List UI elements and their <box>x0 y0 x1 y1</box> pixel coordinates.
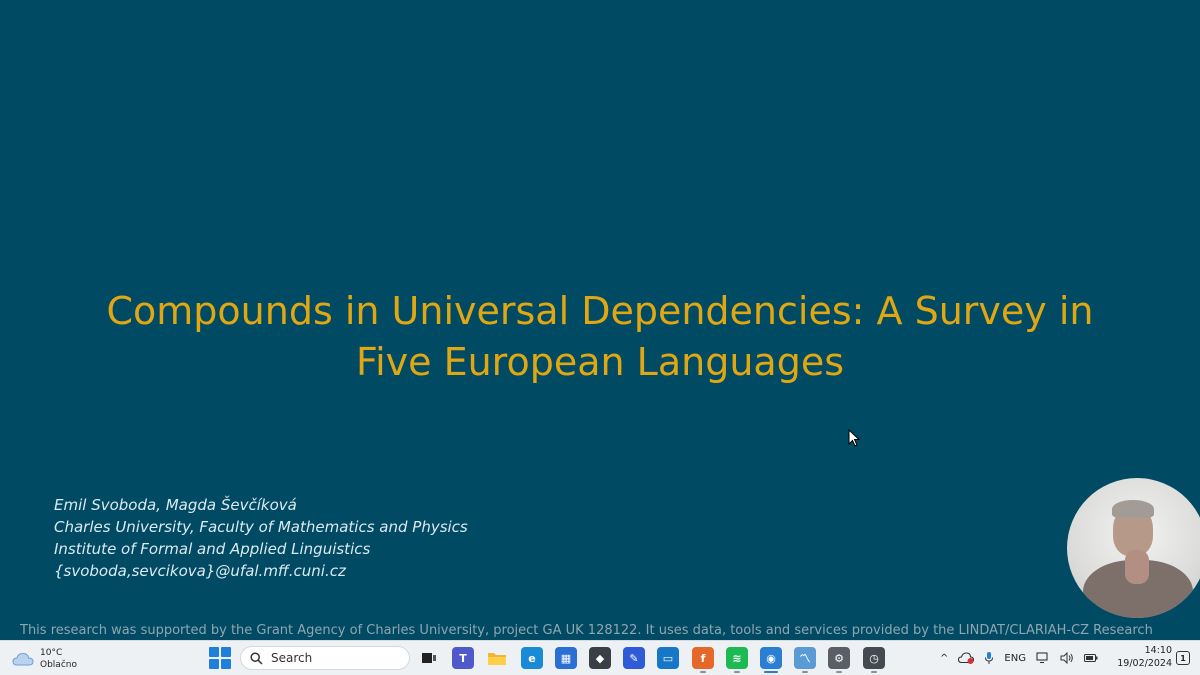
app-blue-circle-running-indicator <box>764 671 778 673</box>
system-tray: ^ ENG <box>940 647 1108 669</box>
volume-icon[interactable] <box>1060 652 1074 664</box>
windows-logo-tile <box>221 647 231 657</box>
funding-footnote: This research was supported by the Grant… <box>20 623 1153 638</box>
presentation-slide: Compounds in Universal Dependencies: A S… <box>0 0 1200 640</box>
taskbar-search-box[interactable]: Search <box>240 646 410 670</box>
clock-app-app-icon[interactable]: ◷ <box>863 647 885 669</box>
app-chart-running-indicator <box>802 671 808 673</box>
show-hidden-icons-chevron-icon[interactable]: ^ <box>940 653 948 664</box>
app-chart-app-icon[interactable]: 〽 <box>794 647 816 669</box>
task-view-app-icon[interactable] <box>418 647 440 669</box>
author-affiliation: Charles University, Faculty of Mathemati… <box>54 518 468 536</box>
clock-app-running-indicator <box>871 671 877 673</box>
notification-center-icon[interactable]: 1 <box>1176 651 1190 665</box>
author-block: Emil Svoboda, Magda Ševčíková Charles Un… <box>54 494 468 582</box>
weather-condition: Oblačno <box>40 660 77 670</box>
spotify-app-icon[interactable]: ≋ <box>726 647 748 669</box>
windows-logo-tile <box>221 659 231 669</box>
weather-widget[interactable]: 10°C Oblačno <box>12 645 112 673</box>
clock-date: 19/02/2024 <box>1117 658 1172 669</box>
app-blue-monitor-app-icon[interactable]: ▭ <box>657 647 679 669</box>
author-names: Emil Svoboda, Magda Ševčíková <box>54 496 297 514</box>
spotify-running-indicator <box>734 671 740 673</box>
taskbar: 10°C Oblačno Search Te ▦ ◆ ✎ ▭ f ≋ ◉ 〽 ⚙ ◷ ^ ENG <box>0 640 1200 675</box>
weather-temperature: 10°C <box>40 648 63 658</box>
search-icon <box>250 651 263 665</box>
network-icon[interactable] <box>1036 652 1050 664</box>
windows-logo-tile <box>209 647 219 657</box>
battery-icon[interactable] <box>1083 653 1098 663</box>
app-dark-cube-app-icon[interactable]: ◆ <box>589 647 611 669</box>
webcam-person-hair <box>1112 500 1154 518</box>
slide-title-line-2: Five European Languages <box>355 340 844 384</box>
start-button[interactable] <box>209 647 231 669</box>
firefox-running-indicator <box>700 671 706 673</box>
author-email: {svoboda,sevcikova}@ufal.mff.cuni.cz <box>54 562 346 580</box>
microphone-icon[interactable] <box>984 651 994 665</box>
cloud-icon <box>12 652 34 666</box>
slide-title: Compounds in Universal Dependencies: A S… <box>30 286 1170 388</box>
clock-time: 14:10 <box>1144 645 1172 656</box>
author-institute: Institute of Formal and Applied Linguist… <box>54 540 371 558</box>
slide-title-line-1: Compounds in Universal Dependencies: A S… <box>106 289 1094 333</box>
edge-app-icon[interactable]: e <box>521 647 543 669</box>
windows-logo-tile <box>209 659 219 669</box>
input-language-indicator[interactable]: ENG <box>1004 653 1026 664</box>
webcam-overlay <box>1067 478 1200 618</box>
teams-app-icon[interactable]: T <box>452 647 474 669</box>
app-blue-pen-app-icon[interactable]: ✎ <box>623 647 645 669</box>
onedrive-cloud-icon[interactable] <box>958 652 975 664</box>
search-label: Search <box>271 651 313 665</box>
firefox-app-icon[interactable]: f <box>692 647 714 669</box>
microsoft-store-app-icon[interactable]: ▦ <box>555 647 577 669</box>
settings-app-icon[interactable]: ⚙ <box>828 647 850 669</box>
settings-running-indicator <box>836 671 842 673</box>
taskbar-clock[interactable]: 14:10 19/02/2024 <box>1110 644 1172 670</box>
mouse-cursor-icon <box>848 429 860 447</box>
app-blue-circle-app-icon[interactable]: ◉ <box>760 647 782 669</box>
file-explorer-app-icon[interactable] <box>486 647 508 669</box>
webcam-person-hand <box>1125 550 1149 584</box>
